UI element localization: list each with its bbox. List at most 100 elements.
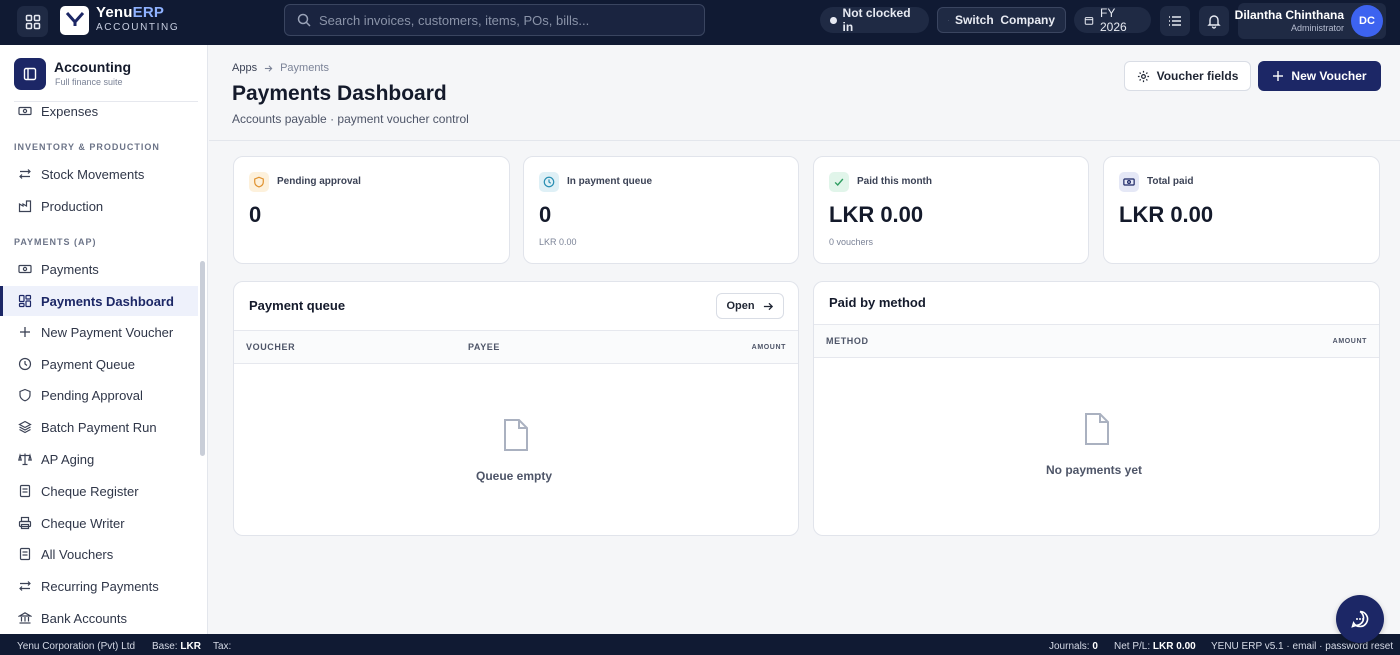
sidebar-item-production[interactable]: Production	[0, 191, 198, 221]
sidebar-item-payments-dashboard[interactable]: Payments Dashboard	[0, 286, 198, 316]
page-title: Payments Dashboard	[232, 82, 447, 105]
journals-value: 0	[1092, 641, 1098, 652]
sidebar-item-label: Cheque Writer	[41, 516, 125, 531]
column-header-voucher[interactable]: VOUCHER	[246, 342, 295, 352]
arrow-right-icon	[264, 64, 273, 72]
swap-icon	[17, 166, 33, 182]
bank-icon	[17, 610, 33, 626]
cash-icon	[1119, 172, 1139, 192]
brand-name: YenuERP ACCOUNTING	[96, 4, 180, 34]
journals-label: Journals:	[1049, 641, 1090, 652]
sidebar-item-label: New Payment Voucher	[41, 325, 174, 340]
empty-document-icon	[504, 419, 528, 451]
new-voucher-button[interactable]: New Voucher	[1258, 61, 1381, 91]
stat-card-pending-approval: Pending approval 0	[233, 156, 510, 264]
panel-title: Payment queue	[249, 298, 346, 313]
cash-icon	[17, 261, 33, 277]
sidebar-item-label: Production	[41, 199, 104, 214]
empty-state-text: No payments yet	[1046, 463, 1143, 477]
sidebar-item-all-vouchers[interactable]: All Vouchers	[0, 539, 198, 569]
dashboard-icon	[17, 293, 33, 309]
journals-count: Journals: 0	[1049, 641, 1098, 652]
yenu-logo-icon	[65, 11, 84, 26]
open-queue-button[interactable]: Open	[716, 293, 784, 319]
sidebar-item-cheque-register[interactable]: Cheque Register	[0, 476, 198, 506]
base-currency: Base: LKR	[152, 641, 201, 652]
sidebar-item-label: Cheque Register	[41, 484, 139, 499]
printer-icon	[17, 515, 33, 531]
sidebar-scrollbar[interactable]	[200, 261, 205, 456]
sidebar-item-recurring-payments[interactable]: Recurring Payments	[0, 571, 198, 601]
sidebar-section-inventory: INVENTORY & PRODUCTION	[14, 142, 160, 152]
scale-icon	[17, 451, 33, 467]
sidebar: Accounting Full finance suite Expenses I…	[0, 45, 208, 634]
sidebar-item-pending-approval[interactable]: Pending Approval	[0, 380, 198, 410]
search-icon	[297, 13, 311, 27]
sidebar-item-expenses[interactable]: Expenses	[0, 96, 198, 126]
avatar[interactable]: DC	[1351, 5, 1383, 37]
voucher-fields-label: Voucher fields	[1156, 69, 1239, 83]
stat-card-total-paid: Total paid LKR 0.00	[1103, 156, 1380, 264]
sidebar-item-new-payment-voucher[interactable]: New Payment Voucher	[0, 317, 198, 347]
status-dot-icon	[830, 16, 837, 24]
breadcrumb-current: Payments	[280, 62, 329, 74]
sidebar-item-stock-movements[interactable]: Stock Movements	[0, 159, 198, 189]
sidebar-item-batch-payment-run[interactable]: Batch Payment Run	[0, 412, 198, 442]
base-value: LKR	[180, 641, 201, 652]
open-label: Open	[726, 300, 755, 312]
tasks-button[interactable]	[1160, 6, 1190, 36]
notifications-button[interactable]	[1199, 6, 1229, 36]
version-links[interactable]: YENU ERP v5.1 · email · password reset	[1211, 641, 1393, 652]
sidebar-item-label: Payments	[41, 262, 99, 277]
cash-icon	[17, 103, 33, 119]
stat-footnote: 0 vouchers	[829, 237, 874, 247]
chat-button[interactable]	[1336, 595, 1384, 643]
empty-state-text: Queue empty	[476, 469, 553, 483]
app-title: Accounting	[54, 59, 131, 75]
stat-value: LKR 0.00	[829, 202, 924, 227]
sidebar-item-label: Expenses	[41, 104, 99, 119]
clock-status[interactable]: Not clocked in	[820, 6, 929, 34]
calendar-icon	[1084, 16, 1094, 25]
sidebar-item-label: Bank Accounts	[41, 611, 127, 626]
voucher-fields-button[interactable]: Voucher fields	[1124, 61, 1251, 91]
fiscal-year-selector[interactable]: FY 2026	[1074, 6, 1151, 34]
stat-label: Total paid	[1147, 176, 1194, 187]
user-name: Dilantha Chinthana	[1234, 8, 1344, 22]
sidebar-item-bank-accounts[interactable]: Bank Accounts	[0, 603, 198, 633]
chat-icon	[1351, 610, 1369, 628]
column-header-method[interactable]: METHOD	[826, 336, 869, 346]
pl-label: Net P/L:	[1114, 641, 1151, 652]
clock-icon	[17, 356, 33, 372]
switch-company-label: Switch Company	[954, 13, 1055, 27]
sidebar-item-label: Payment Queue	[41, 357, 135, 372]
sidebar-item-payment-queue[interactable]: Payment Queue	[0, 349, 198, 379]
column-header-amount[interactable]: AMOUNT	[1333, 338, 1367, 345]
stat-label: Pending approval	[277, 176, 361, 187]
brand-name-b: ERP	[132, 4, 165, 21]
net-pl: Net P/L: LKR 0.00	[1114, 641, 1196, 652]
brand-logo[interactable]	[60, 6, 89, 35]
table-header: METHOD AMOUNT	[814, 324, 1379, 358]
apps-grid-button[interactable]	[17, 6, 48, 37]
search-input[interactable]	[319, 12, 689, 28]
global-search[interactable]	[284, 4, 705, 36]
sidebar-item-cheque-writer[interactable]: Cheque Writer	[0, 508, 198, 538]
sidebar-item-label: Pending Approval	[41, 388, 143, 403]
column-header-amount[interactable]: AMOUNT	[752, 344, 786, 351]
new-voucher-label: New Voucher	[1291, 69, 1367, 83]
clock-status-label: Not clocked in	[842, 6, 911, 34]
column-header-payee[interactable]: PAYEE	[468, 342, 500, 352]
user-menu[interactable]: Dilantha Chinthana Administrator DC	[1234, 3, 1386, 39]
sidebar-item-ap-aging[interactable]: AP Aging	[0, 444, 198, 474]
switch-company-button[interactable]: Switch Company	[937, 7, 1066, 33]
top-bar: YenuERP ACCOUNTING Not clocked in Switch…	[0, 0, 1400, 45]
brand-subtitle: ACCOUNTING	[96, 22, 180, 33]
receipt-icon	[17, 483, 33, 499]
stat-value: LKR 0.00	[1119, 202, 1214, 227]
shield-icon	[249, 172, 269, 192]
breadcrumb-apps[interactable]: Apps	[232, 62, 257, 74]
swap-icon	[948, 19, 949, 21]
tax-label: Tax:	[213, 641, 232, 652]
sidebar-item-payments[interactable]: Payments	[0, 254, 198, 284]
